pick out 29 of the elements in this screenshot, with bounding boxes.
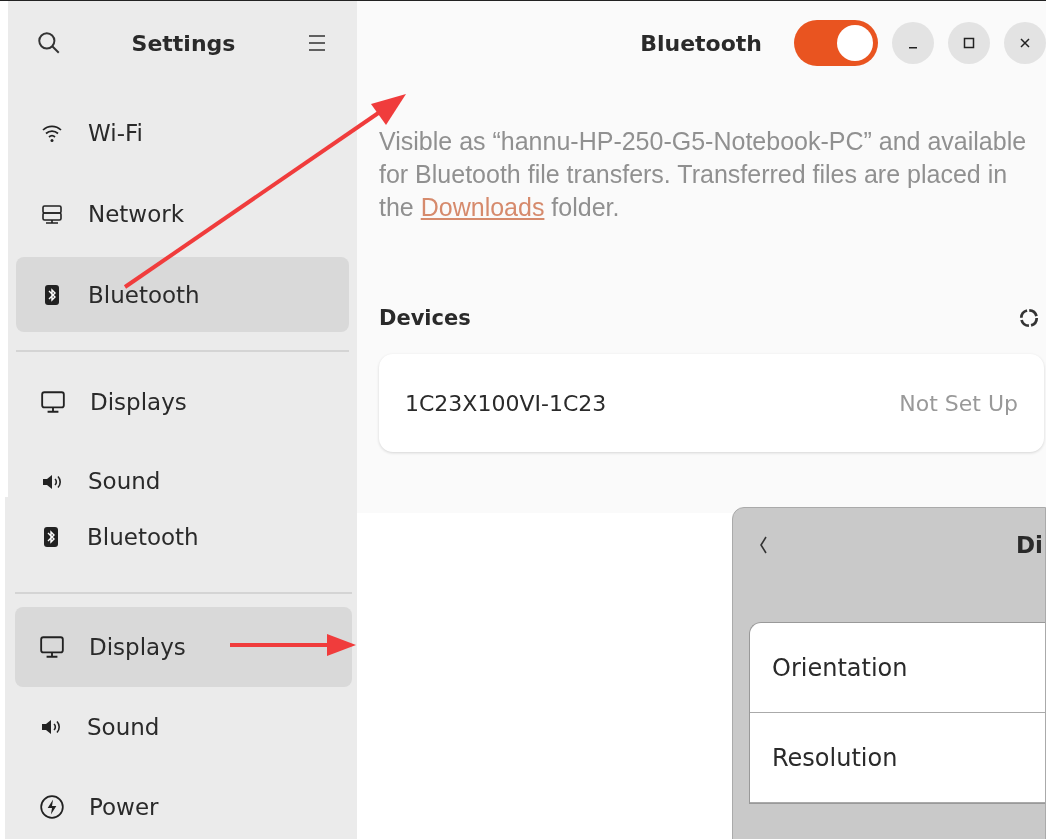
spinner-icon	[1018, 307, 1040, 329]
page-title: Bluetooth	[640, 30, 762, 56]
sidebar-item[interactable]: Sound	[15, 687, 352, 767]
search-icon[interactable]	[36, 30, 62, 56]
sidebar-item[interactable]: Wi-Fi	[16, 95, 349, 170]
monitor-icon	[40, 388, 66, 415]
sidebar-item[interactable]: Sound	[16, 445, 349, 498]
device-status: Not Set Up	[899, 390, 1018, 416]
minimize-icon	[909, 47, 917, 49]
bluetooth-toggle[interactable]	[794, 20, 878, 66]
settings-row[interactable]: Resolution	[750, 713, 1045, 803]
sidebar-item[interactable]: Network	[16, 176, 349, 251]
sidebar-item[interactable]: Displays	[15, 607, 352, 687]
devices-heading: Devices	[379, 306, 471, 330]
sidebar-item[interactable]: Power	[15, 767, 352, 839]
maximize-icon	[963, 37, 975, 49]
visibility-description: Visible as “hannu-HP-250-G5-Notebook-PC” and available for Bluetooth file transfers. Transferred files are placed in the Downloads folder.	[379, 126, 1028, 223]
power-icon	[39, 794, 65, 820]
sidebar-title: Settings	[131, 30, 236, 56]
window-title: Di	[1016, 532, 1043, 558]
settings-row[interactable]: Orientation	[750, 623, 1045, 713]
device-name[interactable]: 1C23X100VI-1C23	[405, 390, 607, 416]
sidebar-item[interactable]: Bluetooth	[15, 497, 352, 577]
sidebar-item[interactable]: Bluetooth	[16, 257, 349, 332]
close-icon	[1019, 37, 1031, 49]
maximize-button[interactable]	[948, 22, 990, 64]
sidebar-item[interactable]: Displays	[16, 364, 349, 439]
close-button[interactable]	[1004, 22, 1046, 64]
monitor-icon	[39, 634, 65, 660]
